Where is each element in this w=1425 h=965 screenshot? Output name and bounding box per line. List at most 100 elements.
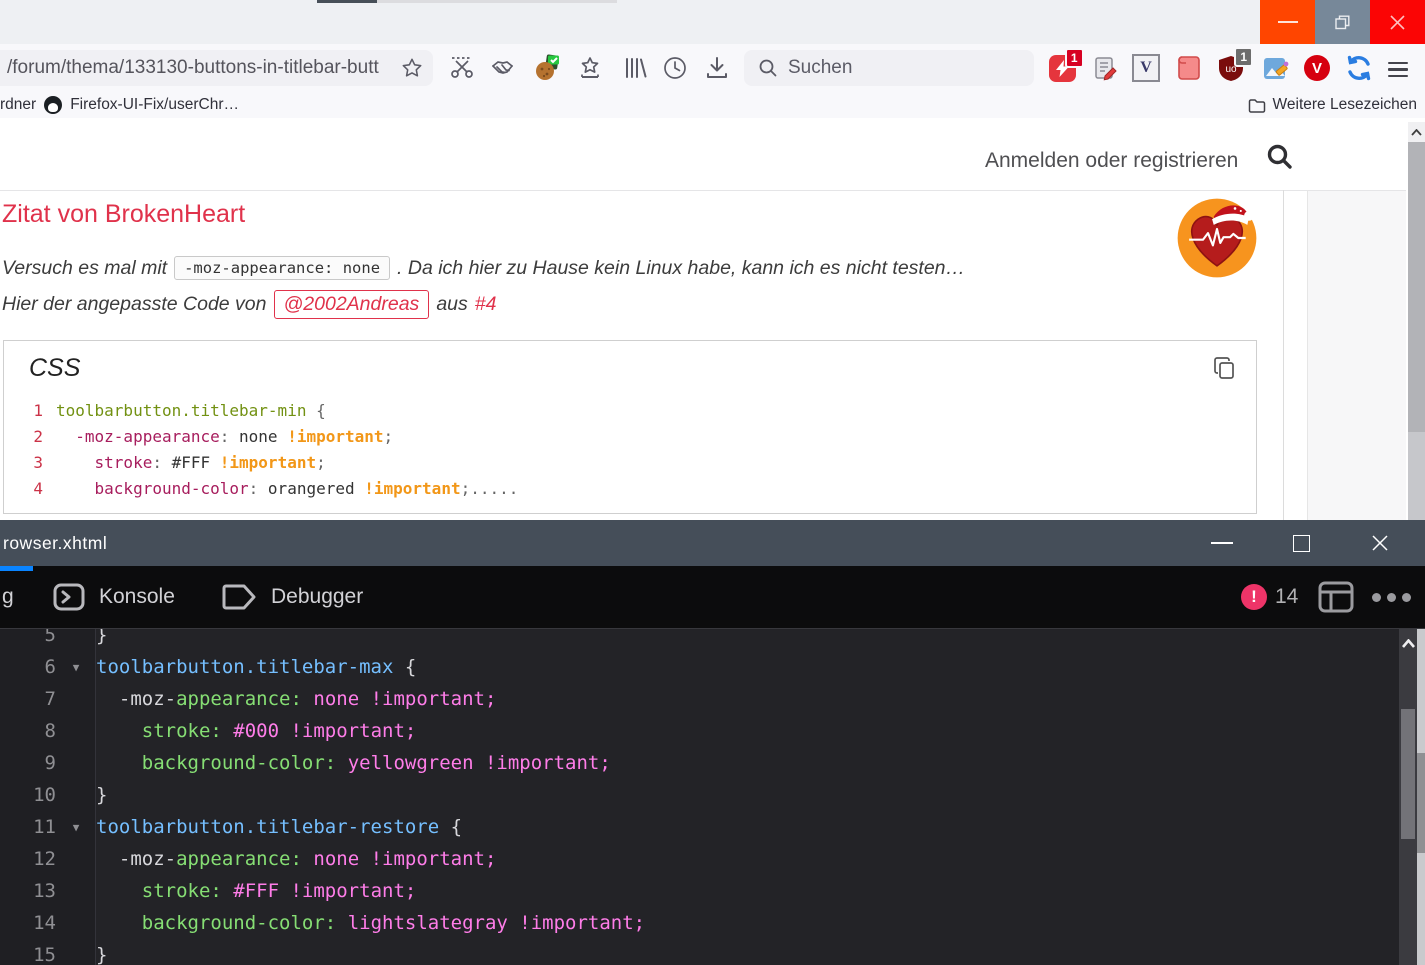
dock-layout-icon[interactable] xyxy=(1318,581,1354,613)
devtools-tabbar: g Konsole Debugger ! 14 xyxy=(0,566,1425,628)
scroll-up-arrow[interactable] xyxy=(1408,122,1425,142)
bookmark-add-icon[interactable] xyxy=(575,53,605,83)
ublock-origin-icon[interactable]: uo 1 xyxy=(1216,53,1246,83)
editor-scrollbar[interactable] xyxy=(1399,629,1417,965)
console-icon xyxy=(52,580,86,614)
window-titlebar xyxy=(0,0,1425,44)
more-bookmarks[interactable]: Weitere Lesezeichen xyxy=(1248,92,1417,118)
tab-strip-remnant-active xyxy=(317,0,377,3)
url-bar[interactable]: /forum/thema/133130-buttons-in-titlebar-… xyxy=(0,50,433,86)
tab-debugger[interactable]: Debugger xyxy=(222,566,363,628)
editor-code-line[interactable]: 5} xyxy=(0,628,1390,651)
page-scrollbar[interactable] xyxy=(1408,122,1425,520)
bookmark-github[interactable]: Firefox-UI-Fix/userChr… xyxy=(70,96,239,114)
page-search-icon[interactable] xyxy=(1266,143,1294,171)
app-menu-button[interactable] xyxy=(1388,53,1418,88)
navigation-toolbar: /forum/thema/133130-buttons-in-titlebar-… xyxy=(0,44,1425,92)
devtools-window-title: rowser.xhtml xyxy=(3,520,107,566)
sync-refresh-icon[interactable] xyxy=(1344,53,1374,83)
error-count: 14 xyxy=(1275,566,1298,628)
github-icon xyxy=(44,96,62,114)
quote-paragraph-2: Hier der angepasste Code von @2002Andrea… xyxy=(2,290,496,319)
editor-code-line[interactable]: 14 background-color: lightslategray !imp… xyxy=(0,907,1390,939)
window-minimize-button[interactable] xyxy=(1260,0,1315,44)
editor-scroll-up-arrow[interactable] xyxy=(1399,635,1417,651)
editor-code-line[interactable]: 10} xyxy=(0,779,1390,811)
tab-console[interactable]: Konsole xyxy=(52,566,175,628)
devtools-close-button[interactable] xyxy=(1357,520,1403,566)
bookmark-star-icon[interactable] xyxy=(391,57,433,79)
code-line: 4 background-color: orangered !important… xyxy=(4,475,1256,501)
notes-extension-icon[interactable] xyxy=(1090,53,1120,83)
code-line: 2 -moz-appearance: none !important; xyxy=(4,423,1256,449)
user-avatar[interactable] xyxy=(1176,197,1258,279)
quote-title: Zitat von BrokenHeart xyxy=(2,200,245,229)
folder-icon xyxy=(1248,98,1266,113)
editor-code-line[interactable]: 8 stroke: #000 !important; xyxy=(0,715,1390,747)
screenshot-scissors-icon[interactable] xyxy=(447,53,477,83)
tab-strip-remnant xyxy=(377,0,617,3)
library-icon[interactable] xyxy=(619,53,649,83)
editor-lines: 5}6▼toolbarbutton.titlebar-max {7 -moz-a… xyxy=(0,628,1390,965)
editor-scrollbar-thumb[interactable] xyxy=(1401,709,1415,839)
source-editor[interactable]: 5}6▼toolbarbutton.titlebar-max {7 -moz-a… xyxy=(0,628,1425,965)
editor-code-line[interactable]: 11▼toolbarbutton.titlebar-restore { xyxy=(0,811,1390,843)
close-icon xyxy=(1389,14,1406,31)
outer-scrollbar-thumb[interactable] xyxy=(1417,753,1425,853)
lightning-extension-icon[interactable]: 1 xyxy=(1047,53,1077,83)
editor-code-line[interactable]: 7 -moz-appearance: none !important; xyxy=(0,683,1390,715)
editor-code-line[interactable]: 6▼toolbarbutton.titlebar-max { xyxy=(0,651,1390,683)
v-extension-label: V xyxy=(1140,59,1152,77)
header-divider xyxy=(0,190,1406,191)
tab-partial[interactable]: g xyxy=(2,566,14,628)
login-link[interactable]: Anmelden oder registrieren xyxy=(985,149,1238,173)
editor-code-line[interactable]: 13 stroke: #FFF !important; xyxy=(0,875,1390,907)
editor-code-line[interactable]: 12 -moz-appearance: none !important; xyxy=(0,843,1390,875)
devtools-maximize-button[interactable] xyxy=(1278,520,1324,566)
meatball-menu-icon[interactable] xyxy=(1372,566,1411,628)
code-block-label: CSS xyxy=(29,354,80,383)
v-extension-icon[interactable]: V xyxy=(1131,53,1161,83)
lightning-badge: 1 xyxy=(1065,48,1084,68)
window-controls xyxy=(1260,0,1425,44)
scrollbar-thumb[interactable] xyxy=(1408,142,1425,432)
post-link[interactable]: #4 xyxy=(475,293,497,316)
inline-code: -moz-appearance: none xyxy=(174,256,390,280)
minimize-icon xyxy=(1278,21,1298,23)
downloads-icon[interactable] xyxy=(702,53,732,83)
handshake-icon[interactable] xyxy=(489,53,519,83)
window-restore-button[interactable] xyxy=(1315,0,1370,44)
css-code-block: CSS 1toolbarbutton.titlebar-min {2 -moz-… xyxy=(3,340,1257,514)
cookie-consent-icon[interactable] xyxy=(533,53,563,83)
user-mention-link[interactable]: @2002Andreas xyxy=(274,290,430,319)
search-placeholder: Suchen xyxy=(788,57,852,79)
bookmark-folder-partial[interactable]: rdner xyxy=(0,96,36,114)
devtools-window: rowser.xhtml g Konsole Debugger ! 14 xyxy=(0,520,1425,965)
quote-paragraph-1: Versuch es mal mit -moz-appearance: none… xyxy=(2,256,965,280)
code-line: 1toolbarbutton.titlebar-min { xyxy=(4,397,1256,423)
forum-code-lines: 1toolbarbutton.titlebar-min {2 -moz-appe… xyxy=(4,397,1256,501)
outer-scrollbar[interactable] xyxy=(1417,629,1425,965)
history-clock-icon[interactable] xyxy=(660,53,690,83)
editor-code-line[interactable]: 9 background-color: yellowgreen !importa… xyxy=(0,747,1390,779)
window-close-button[interactable] xyxy=(1370,0,1425,44)
bookmarks-toolbar: rdner Firefox-UI-Fix/userChr… Weitere Le… xyxy=(0,92,1425,119)
editor-code-line[interactable]: 15} xyxy=(0,939,1390,965)
url-text[interactable]: /forum/thema/133130-buttons-in-titlebar-… xyxy=(0,57,391,79)
code-line: 3 stroke: #FFF !important; xyxy=(4,449,1256,475)
v-monkey-icon[interactable]: V xyxy=(1302,53,1332,83)
devtools-minimize-button[interactable] xyxy=(1199,520,1245,566)
image-editor-icon[interactable] xyxy=(1260,53,1290,83)
copy-code-icon[interactable] xyxy=(1212,355,1238,381)
error-badge: ! xyxy=(1241,584,1267,610)
debugger-icon xyxy=(222,582,258,612)
more-bookmarks-label: Weitere Lesezeichen xyxy=(1273,96,1417,114)
restore-icon xyxy=(1335,15,1350,30)
devtools-titlebar: rowser.xhtml xyxy=(0,520,1425,566)
search-field[interactable]: Suchen xyxy=(744,50,1034,86)
userscript-scroll-icon[interactable] xyxy=(1174,53,1204,83)
ublock-badge: 1 xyxy=(1234,47,1253,67)
forum-page: Anmelden oder registrieren Zitat von Bro… xyxy=(0,118,1425,520)
search-icon xyxy=(758,58,778,78)
screen: /forum/thema/133130-buttons-in-titlebar-… xyxy=(0,0,1425,965)
